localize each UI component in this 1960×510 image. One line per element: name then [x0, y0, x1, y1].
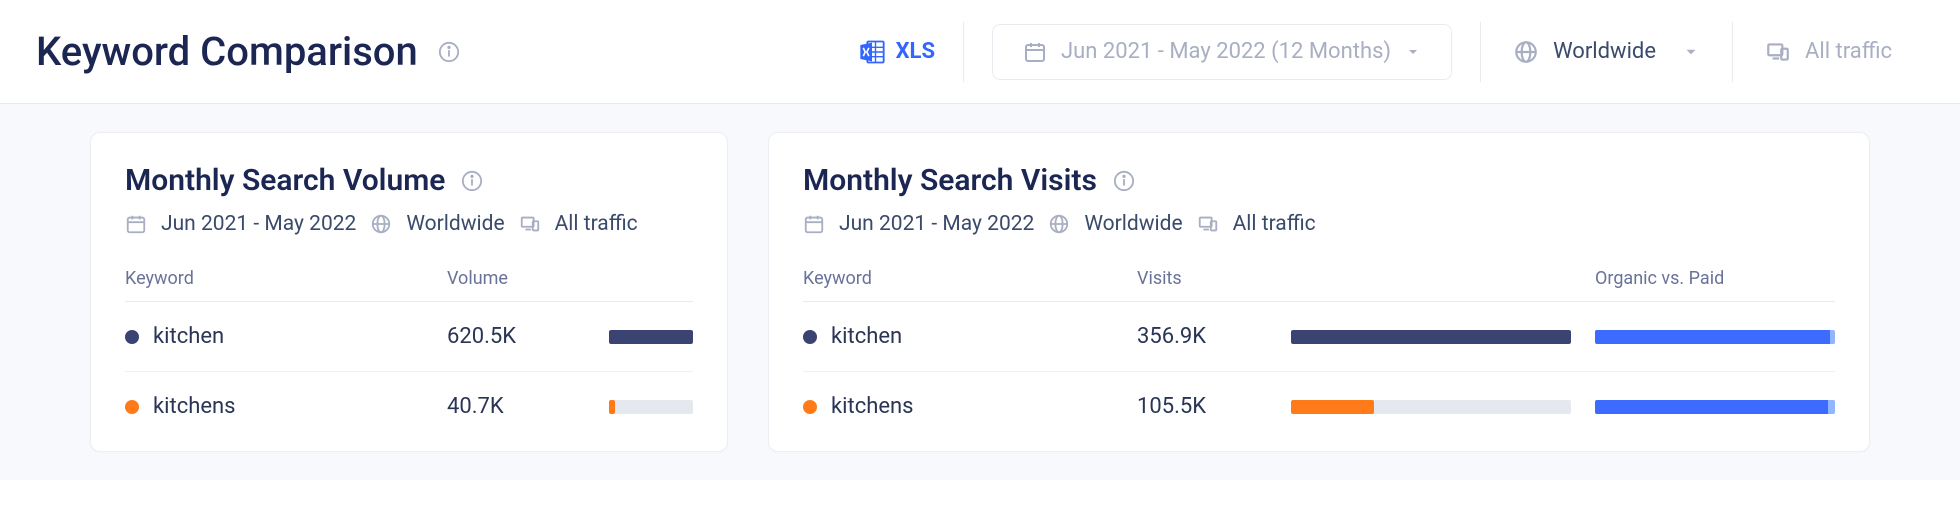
- traffic-label: All traffic: [1805, 39, 1892, 64]
- col-keyword: Keyword: [125, 268, 435, 289]
- globe-icon: [370, 213, 392, 235]
- chevron-down-icon: [1682, 43, 1700, 61]
- page-header: Keyword Comparison XLS Jun 2021 - May 20…: [0, 0, 1960, 104]
- content-area: Monthly Search Volume Jun 2021 - May 202…: [0, 104, 1960, 480]
- keyword-text: kitchen: [153, 324, 224, 349]
- page-title: Keyword Comparison: [36, 28, 460, 75]
- volume-value: 620.5K: [447, 324, 597, 349]
- col-visits: Visits: [1137, 268, 1267, 289]
- page-title-text: Keyword Comparison: [36, 28, 418, 75]
- keyword-text: kitchen: [831, 324, 902, 349]
- calendar-icon: [1023, 40, 1047, 64]
- keyword-cell: kitchens: [125, 394, 435, 419]
- organic-paid-bar: [1595, 400, 1835, 414]
- download-xls-button[interactable]: XLS: [830, 38, 963, 66]
- date-range-label: Jun 2021 - May 2022 (12 Months): [1061, 39, 1391, 64]
- series-dot: [803, 330, 817, 344]
- col-volume: Volume: [447, 268, 597, 289]
- volume-bar: [609, 400, 693, 414]
- divider: [963, 22, 964, 82]
- card-title-text: Monthly Search Visits: [803, 163, 1097, 198]
- keyword-cell: kitchens: [803, 394, 1113, 419]
- col-keyword: Keyword: [803, 268, 1113, 289]
- meta-date: Jun 2021 - May 2022: [161, 212, 356, 236]
- visits-value: 105.5K: [1137, 394, 1267, 419]
- devices-icon: [519, 213, 541, 235]
- card-title: Monthly Search Visits: [803, 163, 1835, 198]
- excel-icon: [858, 38, 886, 66]
- info-icon[interactable]: [461, 170, 483, 192]
- keyword-text: kitchens: [831, 394, 914, 419]
- table-row: kitchen 356.9K: [803, 302, 1835, 372]
- series-dot: [803, 400, 817, 414]
- organic-paid-bar: [1595, 330, 1835, 344]
- info-icon[interactable]: [1113, 170, 1135, 192]
- series-dot: [125, 400, 139, 414]
- devices-icon: [1197, 213, 1219, 235]
- table-row: kitchens 105.5K: [803, 372, 1835, 441]
- table-header: Keyword Volume: [125, 258, 693, 302]
- card-meta: Jun 2021 - May 2022 Worldwide All traffi…: [125, 212, 693, 236]
- card-title-text: Monthly Search Volume: [125, 163, 445, 198]
- visits-value: 356.9K: [1137, 324, 1267, 349]
- table-header: Keyword Visits Organic vs. Paid: [803, 258, 1835, 302]
- date-range-selector[interactable]: Jun 2021 - May 2022 (12 Months): [992, 24, 1452, 80]
- meta-date: Jun 2021 - May 2022: [839, 212, 1034, 236]
- region-label: Worldwide: [1553, 39, 1656, 64]
- info-icon[interactable]: [438, 41, 460, 63]
- card-meta: Jun 2021 - May 2022 Worldwide All traffi…: [803, 212, 1835, 236]
- globe-icon: [1513, 39, 1539, 65]
- devices-icon: [1765, 39, 1791, 65]
- search-volume-card: Monthly Search Volume Jun 2021 - May 202…: [90, 132, 728, 452]
- series-dot: [125, 330, 139, 344]
- keyword-text: kitchens: [153, 394, 236, 419]
- region-selector[interactable]: Worldwide: [1481, 39, 1732, 65]
- meta-traffic: All traffic: [555, 212, 638, 236]
- table-row: kitchen 620.5K: [125, 302, 693, 372]
- calendar-icon: [125, 213, 147, 235]
- keyword-cell: kitchen: [803, 324, 1113, 349]
- traffic-selector[interactable]: All traffic: [1733, 39, 1924, 65]
- volume-value: 40.7K: [447, 394, 597, 419]
- meta-region: Worldwide: [406, 212, 504, 236]
- calendar-icon: [803, 213, 825, 235]
- meta-region: Worldwide: [1084, 212, 1182, 236]
- keyword-cell: kitchen: [125, 324, 435, 349]
- col-split: Organic vs. Paid: [1595, 268, 1835, 289]
- card-title: Monthly Search Volume: [125, 163, 693, 198]
- table-body: kitchen 356.9K kitchens 105.5K: [803, 302, 1835, 441]
- table-body: kitchen 620.5K kitchens 40.7K: [125, 302, 693, 441]
- chevron-down-icon: [1405, 44, 1421, 60]
- visits-bar: [1291, 330, 1571, 344]
- volume-bar: [609, 330, 693, 344]
- visits-bar: [1291, 400, 1571, 414]
- xls-label: XLS: [896, 39, 935, 64]
- meta-traffic: All traffic: [1233, 212, 1316, 236]
- search-visits-card: Monthly Search Visits Jun 2021 - May 202…: [768, 132, 1870, 452]
- globe-icon: [1048, 213, 1070, 235]
- table-row: kitchens 40.7K: [125, 372, 693, 441]
